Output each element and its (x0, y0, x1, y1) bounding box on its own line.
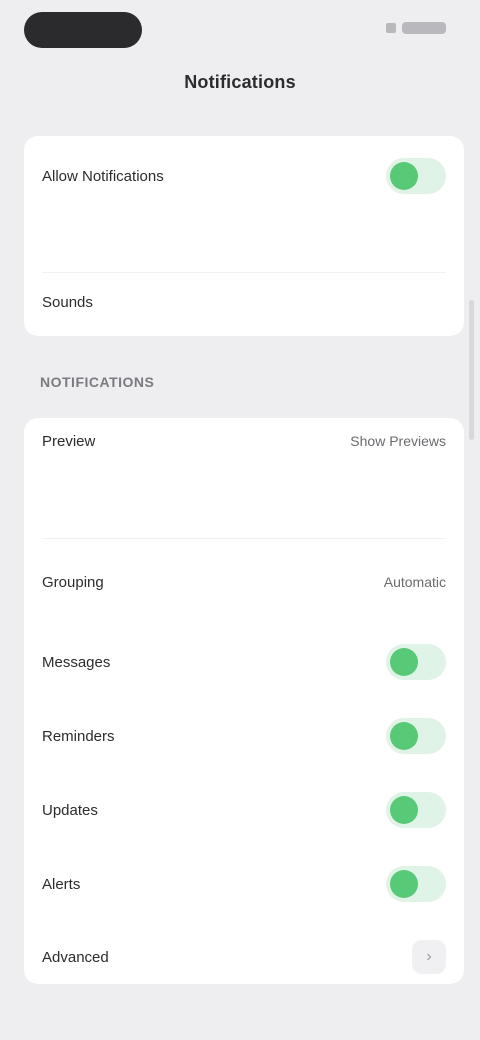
toggle-knob (390, 648, 418, 676)
sounds-row[interactable]: Sounds (24, 274, 464, 330)
scroll-indicator[interactable] (469, 300, 474, 440)
divider (42, 272, 446, 273)
preview-value: Show Previews (350, 433, 446, 449)
messages-toggle[interactable] (386, 644, 446, 680)
updates-toggle[interactable] (386, 792, 446, 828)
battery-icon (402, 22, 446, 34)
preview-row[interactable]: Preview Show Previews (24, 418, 464, 464)
allow-notifications-label: Allow Notifications (42, 167, 164, 185)
signal-icon (386, 23, 396, 33)
status-icons (386, 22, 446, 34)
alerts-row[interactable]: Alerts (24, 854, 464, 914)
status-bar (0, 0, 480, 64)
toggle-knob (390, 796, 418, 824)
advanced-label: Advanced (42, 948, 109, 966)
primary-settings-card: Allow Notifications Sounds (24, 136, 464, 336)
advanced-row[interactable]: Advanced › (24, 930, 464, 984)
reminders-label: Reminders (42, 727, 115, 745)
chevron-right-icon: › (412, 940, 446, 974)
description-row (24, 206, 464, 262)
alerts-toggle[interactable] (386, 866, 446, 902)
alerts-label: Alerts (42, 875, 81, 893)
updates-label: Updates (42, 801, 98, 819)
updates-row[interactable]: Updates (24, 780, 464, 840)
page-title: Notifications (184, 72, 296, 92)
toggle-knob (390, 162, 418, 190)
allow-notifications-row[interactable]: Allow Notifications (24, 148, 464, 204)
reminders-row[interactable]: Reminders (24, 706, 464, 766)
section-header: NOTIFICATIONS (40, 374, 155, 390)
preview-label: Preview (42, 432, 96, 450)
messages-row[interactable]: Messages (24, 632, 464, 692)
grouping-value: Automatic (383, 574, 446, 590)
notification-settings-card: Preview Show Previews Grouping Automatic… (24, 418, 464, 984)
toggle-knob (390, 722, 418, 750)
status-pill (24, 12, 142, 48)
sounds-label: Sounds (42, 293, 93, 311)
divider (42, 538, 446, 539)
allow-notifications-toggle[interactable] (386, 158, 446, 194)
messages-label: Messages (42, 653, 111, 671)
grouping-label: Grouping (42, 573, 104, 591)
reminders-toggle[interactable] (386, 718, 446, 754)
toggle-knob (390, 870, 418, 898)
grouping-row[interactable]: Grouping Automatic (24, 554, 464, 610)
